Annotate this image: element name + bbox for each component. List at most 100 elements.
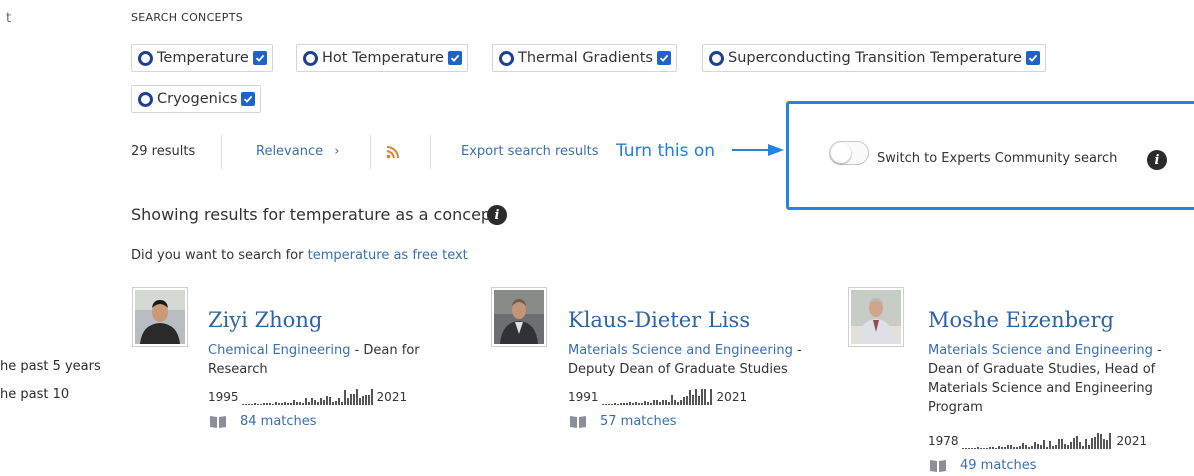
sparkline-bar: [340, 402, 343, 405]
year-start: 1991: [568, 390, 599, 404]
checkbox-checked-icon[interactable]: [241, 92, 256, 106]
activity-sparkline: 1991 2021: [568, 388, 747, 406]
sparkline-bar: [709, 389, 712, 405]
sparkline-bar: [703, 389, 706, 405]
sparkline-bar: [622, 403, 625, 405]
sparkline-bar: [700, 389, 703, 405]
matches-link[interactable]: 84 matches: [210, 414, 317, 429]
sparkline-bar: [289, 403, 292, 405]
annotation-arrow-icon: [732, 144, 784, 156]
concept-chip-cryogenics[interactable]: Cryogenics: [131, 85, 262, 113]
checkbox-checked-icon[interactable]: [657, 51, 671, 65]
sparkline-bar: [652, 400, 655, 405]
avatar[interactable]: [491, 287, 547, 347]
sparkline-bar: [1063, 444, 1066, 449]
sparkline-bar: [253, 403, 256, 405]
sparkline-bar: [349, 394, 352, 405]
matches-link[interactable]: 57 matches: [570, 414, 677, 429]
toolbar-divider: [221, 135, 222, 169]
chevron-right-icon: ›: [334, 144, 340, 159]
checkbox-checked-icon[interactable]: [252, 51, 267, 65]
sparkline-bar: [979, 448, 982, 449]
department-link[interactable]: Chemical Engineering: [208, 343, 350, 358]
sparkline-bar: [625, 403, 628, 405]
person-affiliation: Chemical Engineering - Dean for Research: [208, 341, 458, 379]
sparkline-bar: [241, 404, 244, 405]
sparkline-bar: [364, 395, 367, 405]
person-name-link[interactable]: Ziyi Zhong: [208, 308, 322, 332]
sparkline-bar: [637, 403, 640, 405]
checkbox-checked-icon[interactable]: [1025, 51, 1040, 65]
filter-past-10-years[interactable]: he past 10: [0, 387, 69, 402]
sparkline-bar: [1024, 445, 1027, 449]
year-end: 2021: [1116, 434, 1148, 448]
concept-chip-label: Temperature: [157, 50, 249, 66]
sparkline-bar: [1066, 445, 1069, 449]
activity-sparkline: 1978 2021: [928, 432, 1147, 450]
sparkline-bar: [676, 402, 679, 405]
sparkline-bar: [1000, 447, 1003, 449]
avatar[interactable]: [132, 287, 188, 347]
info-icon[interactable]: i: [487, 205, 507, 225]
sort-relevance-button[interactable]: Relevance ›: [256, 144, 339, 159]
person-name-link[interactable]: Klaus-Dieter Liss: [568, 308, 750, 332]
export-search-results-link[interactable]: Export search results: [461, 144, 599, 159]
sparkline-bar: [664, 400, 667, 405]
sparkline-bar: [610, 404, 613, 405]
sparkline-bar: [697, 396, 700, 405]
role-text: Dean of Graduate Studies, Head of Materi…: [928, 362, 1156, 415]
sparkline-bar: [361, 396, 364, 405]
sparkline-bar: [688, 390, 691, 405]
checkbox-checked-icon[interactable]: [447, 51, 462, 65]
sparkline-bar: [619, 403, 622, 405]
matches-count: 84 matches: [240, 414, 317, 429]
department-link[interactable]: Materials Science and Engineering: [568, 343, 793, 358]
sparkline-bars: [241, 389, 373, 405]
role-separator: -: [350, 343, 364, 358]
sparkline-bar: [322, 400, 325, 405]
sparkline-bars: [961, 433, 1111, 449]
sparkline-bar: [634, 402, 637, 405]
sparkline-bar: [1108, 433, 1111, 449]
sparkline-bar: [1102, 439, 1105, 449]
sparkline-bar: [247, 404, 250, 405]
activity-sparkline: 1995 2021: [208, 388, 407, 406]
concept-chip-temperature[interactable]: Temperature: [131, 44, 273, 72]
department-link[interactable]: Materials Science and Engineering: [928, 343, 1153, 358]
sparkline-bar: [277, 403, 280, 405]
free-text-search-link[interactable]: temperature as free text: [308, 248, 468, 263]
sparkline-bar: [667, 402, 670, 405]
sparkline-bar: [283, 402, 286, 405]
sparkline-bar: [1096, 433, 1099, 449]
matches-count: 57 matches: [600, 414, 677, 429]
avatar[interactable]: [848, 287, 904, 347]
sparkline-bar: [976, 447, 979, 449]
sparkline-bar: [655, 400, 658, 405]
concept-ring-icon: [138, 91, 153, 107]
sparkline-bar: [1018, 446, 1021, 449]
matches-link[interactable]: 49 matches: [930, 458, 1037, 473]
sparkline-bar: [706, 402, 709, 405]
rss-icon[interactable]: [386, 145, 400, 159]
concept-chip-superconducting-transition-temperature[interactable]: Superconducting Transition Temperature: [702, 44, 1046, 72]
search-concepts-label: SEARCH CONCEPTS: [131, 11, 244, 24]
sparkline-bar: [658, 402, 661, 405]
filter-past-5-years[interactable]: he past 5 years: [0, 359, 101, 374]
sparkline-bar: [346, 398, 349, 405]
experts-community-toggle[interactable]: [829, 141, 869, 165]
sparkline-bar: [358, 398, 361, 405]
sparkline-bar: [988, 447, 991, 449]
person-name-link[interactable]: Moshe Eizenberg: [928, 308, 1114, 332]
sparkline-bar: [370, 389, 373, 405]
concept-chip-hot-temperature[interactable]: Hot Temperature: [296, 44, 468, 72]
sparkline-bar: [694, 389, 697, 405]
sparkline-bar: [262, 403, 265, 405]
sparkline-bar: [298, 402, 301, 405]
sparkline-bar: [313, 400, 316, 405]
concept-ring-icon: [499, 50, 514, 66]
info-icon[interactable]: i: [1147, 150, 1167, 170]
sparkline-bar: [616, 404, 619, 405]
concept-chip-thermal-gradients[interactable]: Thermal Gradients: [492, 44, 677, 72]
sidebar-fragment-link[interactable]: t: [6, 11, 11, 26]
sparkline-bar: [316, 402, 319, 405]
